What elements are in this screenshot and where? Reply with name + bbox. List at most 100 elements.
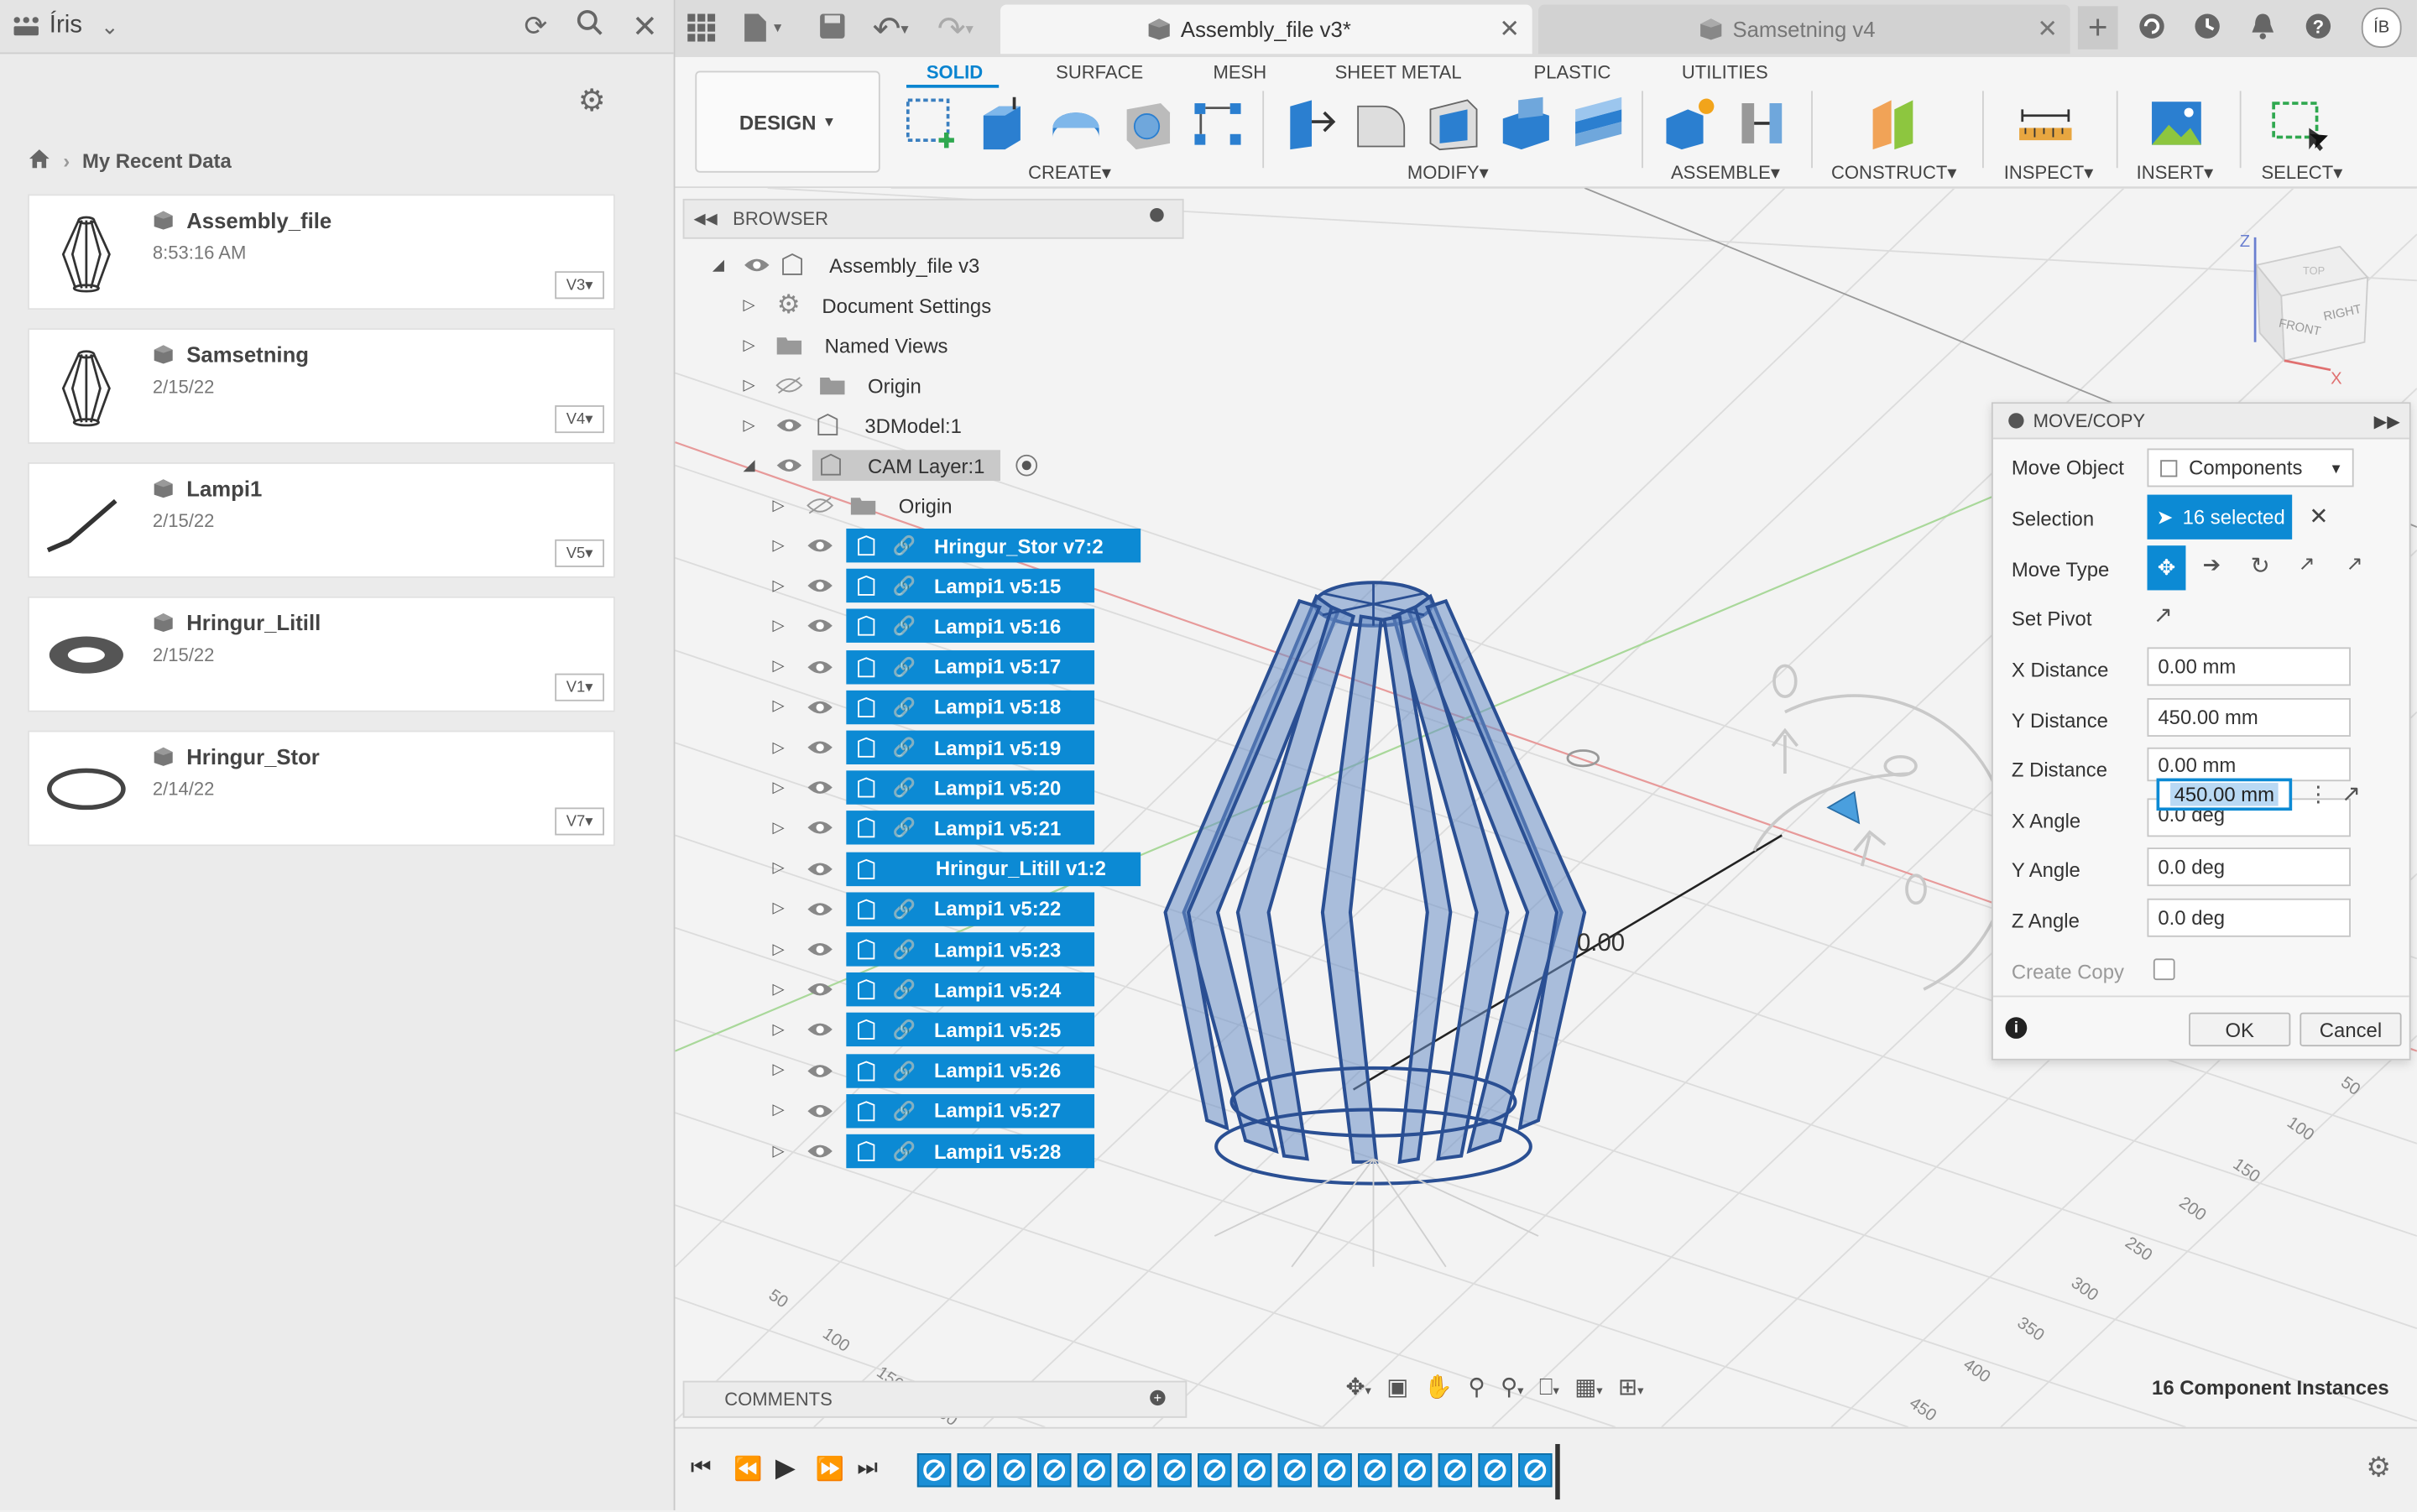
selected-highlight[interactable]: 🔗 Lampi1 v5:28 [846, 1134, 1095, 1169]
hole-icon[interactable] [1118, 94, 1177, 153]
collapse-icon[interactable]: ◀◀ [694, 211, 718, 227]
close-icon[interactable]: ✕ [632, 8, 658, 46]
tree-sub-origin[interactable]: ▷ Origin [770, 488, 952, 522]
timeline-move-feature[interactable] [957, 1453, 991, 1488]
selected-highlight[interactable]: 🔗 Lampi1 v5:19 [846, 730, 1095, 765]
version-dropdown[interactable]: V4 ▾ [555, 405, 604, 434]
tree-3dmodel[interactable]: ▷ 3DModel:1 [740, 409, 962, 442]
modify-menu[interactable]: MODIFY▾ [1407, 162, 1489, 184]
comments-panel[interactable]: COMMENTS + [682, 1380, 1188, 1418]
eye-icon[interactable] [807, 1142, 834, 1160]
timeline-move-feature[interactable] [1478, 1453, 1512, 1488]
revolve-icon[interactable] [1047, 94, 1105, 153]
version-dropdown[interactable]: V7 ▾ [555, 807, 604, 836]
timeline-next-icon[interactable]: ⏩ [816, 1455, 844, 1483]
selected-highlight[interactable]: 🔗 Lampi1 v5:17 [846, 649, 1095, 684]
tab-solid[interactable]: SOLID [927, 61, 983, 83]
collapse-dialog-icon[interactable] [2008, 413, 2024, 429]
expand-toggle[interactable]: ▷ [740, 377, 759, 394]
timeline-move-feature[interactable] [1318, 1453, 1352, 1488]
tree-component-row[interactable]: ▷ 🔗 Lampi1 v5:19 [770, 730, 1095, 765]
tree-component-row[interactable]: ▷ 🔗 Lampi1 v5:18 [770, 690, 1095, 724]
timeline-move-feature[interactable] [1117, 1453, 1152, 1488]
timeline-move-feature[interactable] [997, 1453, 1031, 1488]
breadcrumb-label[interactable]: My Recent Data [82, 149, 232, 173]
manipulator-handle[interactable] [1826, 790, 1861, 825]
move-type-free-icon[interactable]: ✥ [2147, 545, 2186, 591]
home-icon[interactable] [28, 148, 51, 174]
expand-toggle[interactable]: ▷ [770, 497, 788, 514]
selected-highlight[interactable]: 🔗 Hringur_Stor v7:2 [846, 528, 1141, 563]
measure-icon[interactable] [2016, 94, 2075, 153]
expand-toggle[interactable]: ▷ [770, 537, 788, 554]
expand-toggle[interactable]: ◢ [740, 457, 759, 474]
eye-icon[interactable] [807, 1061, 834, 1080]
expand-toggle[interactable]: ▷ [740, 297, 759, 314]
eye-hidden-icon[interactable] [775, 376, 803, 394]
file-card-assembly[interactable]: Assembly_file 8:53:16 AM V3 ▾ [28, 194, 615, 310]
timeline-move-feature[interactable] [1077, 1453, 1112, 1488]
joint-icon[interactable] [1732, 94, 1791, 153]
undo-icon[interactable]: ↶ ▾ [873, 9, 909, 50]
x-distance-input[interactable]: 0.00 mm [2147, 647, 2351, 686]
search-icon[interactable] [577, 9, 604, 37]
move-object-select[interactable]: Components ▼ [2147, 448, 2354, 487]
tree-component-row[interactable]: ▷ 🔗 Lampi1 v5:20 [770, 770, 1095, 806]
eye-icon[interactable] [807, 899, 834, 918]
viewports-icon[interactable]: ⊞▾ [1618, 1373, 1643, 1400]
timeline-move-feature[interactable] [1037, 1453, 1072, 1488]
selected-highlight[interactable]: 🔗 Lampi1 v5:18 [846, 690, 1095, 724]
close-tab-icon[interactable]: ✕ [1499, 14, 1520, 45]
selection-button[interactable]: ➤ 16 selected [2147, 494, 2293, 540]
timeline-move-feature[interactable] [1397, 1453, 1433, 1488]
close-tab-icon[interactable]: ✕ [2037, 14, 2058, 45]
create-copy-checkbox[interactable] [2153, 958, 2175, 981]
expand-toggle[interactable]: ▷ [770, 1022, 788, 1039]
shell-icon[interactable] [1496, 94, 1555, 153]
create-menu[interactable]: CREATE▾ [1028, 162, 1111, 184]
grid-menu-icon[interactable] [687, 13, 716, 42]
press-pull-icon[interactable] [1281, 94, 1339, 153]
set-pivot-icon[interactable]: ↗ [2153, 601, 2173, 628]
expand-toggle[interactable]: ▷ [770, 699, 788, 716]
eye-icon[interactable] [807, 1021, 834, 1040]
workspace-switcher[interactable]: DESIGN ▼ [695, 70, 880, 173]
expand-toggle[interactable]: ▷ [770, 658, 788, 675]
new-tab-icon[interactable]: + [2077, 6, 2118, 50]
insert-menu[interactable]: INSERT▾ [2137, 162, 2214, 184]
combine-icon[interactable] [1569, 94, 1628, 153]
expand-toggle[interactable]: ▷ [740, 417, 759, 434]
tree-component-row[interactable]: ▷ 🔗 Lampi1 v5:21 [770, 811, 1095, 846]
timeline-move-feature[interactable] [1198, 1453, 1232, 1488]
tree-component-row[interactable]: ▷ 🔗 Lampi1 v5:24 [770, 972, 1095, 1007]
save-icon[interactable] [818, 13, 846, 40]
selected-highlight[interactable]: 🔗 Lampi1 v5:24 [846, 972, 1095, 1007]
tab-surface[interactable]: SURFACE [1056, 61, 1143, 83]
expand-toggle[interactable]: ▷ [740, 336, 759, 353]
eye-icon[interactable] [807, 698, 834, 717]
selected-highlight[interactable]: 🔗 Lampi1 v5:23 [846, 932, 1095, 967]
grid-apps-icon[interactable] [13, 15, 40, 37]
timeline-marker[interactable] [1555, 1443, 1560, 1500]
tree-component-row[interactable]: ▷ 🔗 Lampi1 v5:27 [770, 1093, 1095, 1129]
timeline-first-icon[interactable]: ⏮ [691, 1455, 712, 1481]
ok-button[interactable]: OK [2189, 1012, 2291, 1047]
activate-radio[interactable] [1015, 454, 1037, 477]
orbit-icon[interactable]: ✥▾ [1345, 1373, 1370, 1400]
expand-toggle[interactable]: ▷ [770, 981, 788, 998]
eye-icon[interactable] [807, 980, 834, 998]
chamfer-icon[interactable] [1424, 94, 1483, 153]
timeline-move-feature[interactable] [1157, 1453, 1192, 1488]
eye-icon[interactable] [807, 779, 834, 797]
user-name[interactable]: Íris [50, 13, 82, 40]
file-card-lampi1[interactable]: Lampi1 2/15/22 V5 ▾ [28, 462, 615, 578]
expand-toggle[interactable]: ▷ [770, 577, 788, 594]
expand-toggle[interactable]: ▷ [770, 900, 788, 917]
eye-hidden-icon[interactable] [807, 496, 834, 514]
expand-toggle[interactable]: ◢ [709, 257, 728, 274]
inspect-menu[interactable]: INSPECT▾ [2004, 162, 2094, 184]
z-angle-input[interactable]: 0.0 deg [2147, 898, 2351, 937]
file-card-hringur-stor[interactable]: Hringur_Stor 2/14/22 V7 ▾ [28, 730, 615, 847]
expand-toggle[interactable]: ▷ [770, 1062, 788, 1079]
pan-icon[interactable]: ✋ [1424, 1373, 1453, 1400]
